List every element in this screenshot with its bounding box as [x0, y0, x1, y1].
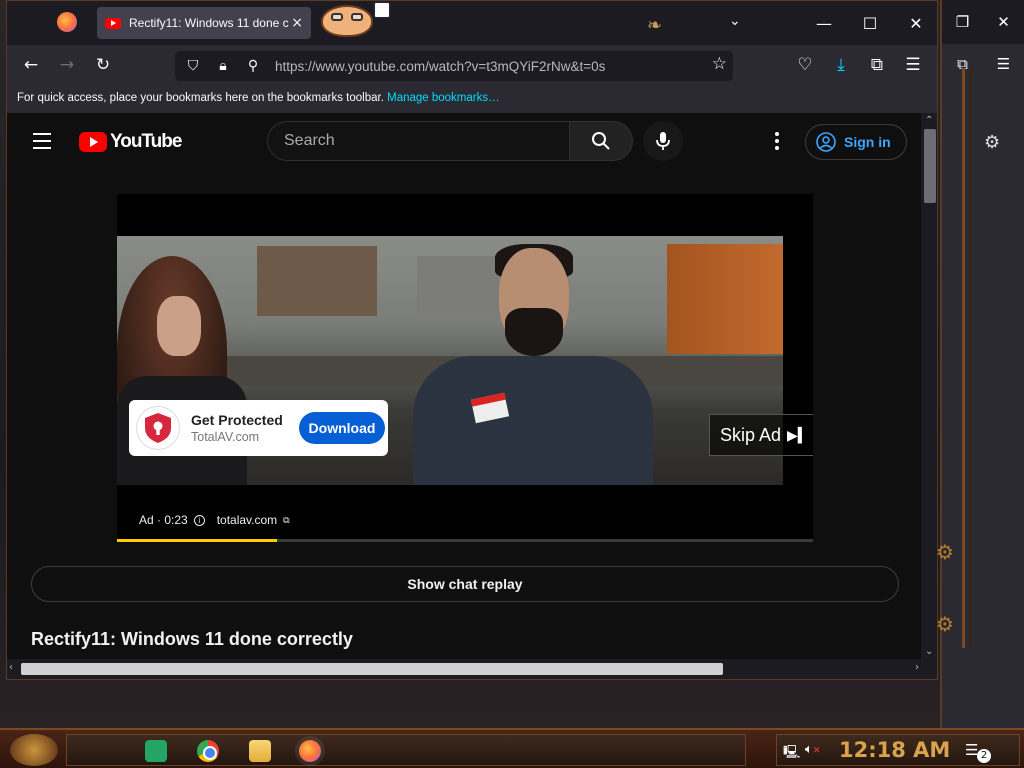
search-icon [592, 132, 610, 150]
pocket-icon[interactable]: ♡ [793, 53, 817, 77]
scroll-down-icon[interactable]: ⌄ [925, 646, 933, 657]
ad-overlay-card[interactable]: Get Protected TotalAV.com Download [129, 400, 388, 456]
list-all-tabs-button[interactable]: ⌄ [729, 13, 741, 29]
download-button[interactable]: Download [299, 412, 385, 444]
scroll-right-icon[interactable]: › [915, 662, 919, 673]
manage-bookmarks-link[interactable]: Manage bookmarks… [387, 92, 500, 104]
youtube-header: YouTube Sign in [7, 113, 921, 169]
address-bar[interactable]: ⛉ 🔒︎ ⚲ https://www.youtube.com/watch?v=t… [175, 51, 733, 81]
youtube-favicon-icon [105, 17, 121, 29]
downloads-icon[interactable]: ⤓ [829, 53, 853, 77]
guide-menu-icon[interactable] [33, 133, 51, 154]
window-controls: — ☐ ✕ [801, 1, 937, 45]
tab-title: Rectify11: Windows 11 done correctly [129, 16, 289, 30]
cartoon-sticker-icon [317, 1, 391, 39]
microphone-icon [656, 132, 670, 150]
tab-youtube[interactable]: Rectify11: Windows 11 done correctly × [97, 7, 311, 39]
ad-text: Get Protected TotalAV.com [191, 412, 293, 444]
permissions-icon[interactable]: ⚲ [241, 54, 265, 78]
network-icon[interactable]: 🖳︎ [783, 743, 800, 765]
menu-icon[interactable]: ☰ [993, 53, 1015, 75]
back-button[interactable]: ← [19, 53, 43, 77]
vertical-scroll-thumb[interactable] [924, 129, 936, 203]
taskbar: 🖳︎ 🔈︎✕ 12:18 AM ☰ 2 [0, 728, 1024, 768]
sheets-icon[interactable] [145, 740, 167, 762]
start-button[interactable] [10, 734, 58, 766]
show-chat-replay-button[interactable]: Show chat replay [31, 566, 899, 602]
skip-ad-button[interactable]: Skip Ad ▶▍ [709, 414, 813, 456]
advertiser-link[interactable]: totalav.com [217, 513, 277, 527]
ad-progress-bar[interactable] [117, 539, 813, 542]
scroll-left-icon[interactable]: ‹ [9, 662, 13, 673]
youtube-play-icon [79, 132, 107, 152]
more-options-icon[interactable] [765, 129, 789, 153]
firefox-icon[interactable] [299, 740, 321, 762]
bookmark-star-icon[interactable]: ☆ [712, 54, 727, 74]
youtube-logo[interactable]: YouTube [79, 131, 182, 153]
ad-domain: TotalAV.com [191, 430, 260, 444]
system-tray: 🖳︎ 🔈︎✕ 12:18 AM ☰ 2 [776, 734, 1020, 766]
person-man [413, 244, 653, 485]
steampunk-frame [962, 68, 972, 648]
extensions-icon[interactable]: ⧉ [865, 53, 889, 77]
bookmarks-toolbar: For quick access, place your bookmarks h… [7, 85, 937, 113]
clock[interactable]: 12:18 AM [839, 738, 950, 762]
account-icon [816, 132, 836, 152]
file-explorer-icon[interactable] [249, 740, 271, 762]
scroll-up-icon[interactable]: ⌃ [925, 115, 933, 126]
url-text[interactable]: https://www.youtube.com/watch?v=t3mQYiF2… [275, 59, 605, 74]
video-title: Rectify11: Windows 11 done correctly [31, 629, 353, 649]
door [667, 244, 783, 354]
voice-search-button[interactable] [643, 121, 683, 161]
menu-icon[interactable]: ☰ [901, 53, 925, 77]
search-box [267, 121, 633, 161]
youtube-wordmark: YouTube [110, 131, 182, 152]
maximize-icon[interactable]: ☐ [847, 1, 893, 45]
navigation-toolbar: ← → ↻ ⛉ 🔒︎ ⚲ https://www.youtube.com/wat… [7, 45, 937, 85]
skip-ad-label: Skip Ad [720, 424, 782, 445]
close-icon[interactable]: ✕ [893, 1, 937, 45]
search-button[interactable] [569, 121, 633, 161]
totalav-shield-icon [137, 407, 179, 449]
ad-progress-fill [117, 539, 278, 542]
restore-icon[interactable]: ❐ [952, 11, 974, 33]
video-player[interactable]: Get Protected TotalAV.com Download Skip … [117, 194, 813, 542]
taskbar-apps [66, 734, 746, 766]
gear-icon[interactable]: ⚙ [984, 132, 1000, 153]
youtube-page: YouTube Sign in [7, 113, 921, 659]
horizontal-scrollbar[interactable]: ‹ › [7, 659, 921, 679]
dragon-ornament-icon: ❧ [647, 15, 663, 36]
chrome-icon[interactable] [197, 740, 219, 762]
search-input[interactable] [267, 121, 569, 161]
notification-count-badge: 2 [977, 749, 991, 763]
shield-icon[interactable]: ⛉ [181, 54, 205, 78]
firefox-icon[interactable] [57, 12, 77, 32]
sign-in-button[interactable]: Sign in [805, 124, 907, 160]
minimize-icon[interactable]: — [801, 1, 847, 45]
horizontal-scroll-thumb[interactable] [21, 663, 723, 675]
gear-ornament-icon: ⚙ [936, 612, 954, 636]
reload-button[interactable]: ↻ [91, 53, 115, 77]
ad-info-bar: Ad · 0:23 i totalav.com ⧉ [139, 513, 290, 527]
gear-ornament-icon: ⚙ [936, 540, 954, 564]
ad-label: Ad · 0:23 [139, 513, 188, 527]
ad-title: Get Protected [191, 412, 283, 428]
external-link-icon[interactable]: ⧉ [283, 515, 289, 526]
vertical-scrollbar[interactable]: ⌃ ⌄ [921, 113, 937, 659]
background-window-toolbar: ⧉ ☰ [942, 44, 1024, 84]
tab-close-button[interactable]: × [291, 15, 303, 31]
firefox-window: Rectify11: Windows 11 done correctly × ❧… [6, 0, 938, 680]
sign-in-label: Sign in [844, 134, 891, 150]
forward-button[interactable]: → [55, 53, 79, 77]
background-window-titlebar: ❐ ✕ [942, 0, 1024, 44]
info-icon[interactable]: i [193, 514, 205, 526]
close-icon[interactable]: ✕ [993, 11, 1015, 33]
skip-next-icon: ▶▍ [787, 426, 809, 443]
volume-muted-icon[interactable]: 🔈︎✕ [805, 742, 820, 757]
bookmarks-message: For quick access, place your bookmarks h… [17, 92, 384, 104]
lock-icon[interactable]: 🔒︎ [211, 54, 235, 78]
tab-bar: Rectify11: Windows 11 done correctly × ❧… [7, 1, 937, 45]
